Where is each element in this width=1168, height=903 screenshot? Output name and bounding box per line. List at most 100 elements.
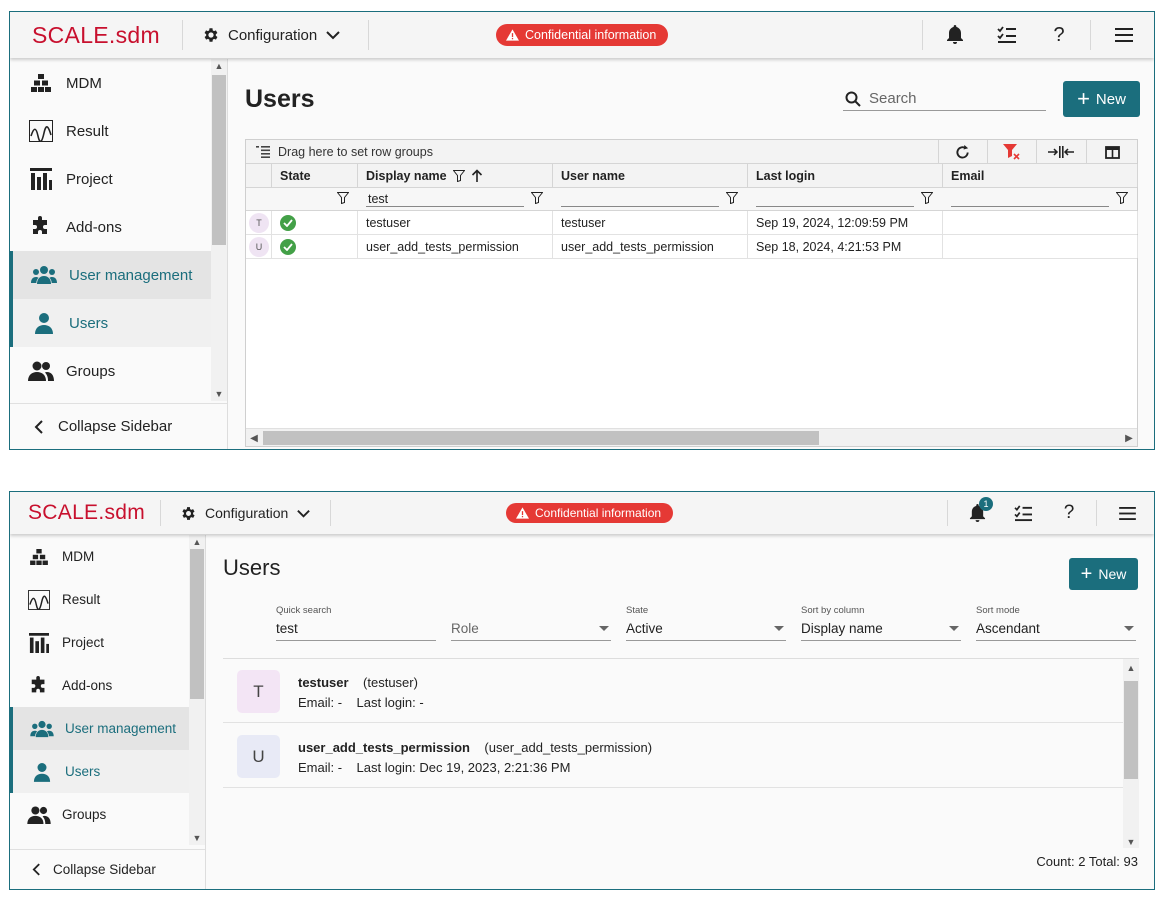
main-menu-button[interactable] (1104, 12, 1144, 58)
help-button[interactable]: ? (1039, 12, 1079, 58)
brand-logo[interactable]: SCALE.sdm (28, 492, 145, 534)
column-header-state[interactable]: State (272, 164, 358, 187)
sidebar: MDM Result Project Add-ons User manageme… (10, 535, 206, 889)
brand-logo[interactable]: SCALE.sdm (32, 12, 160, 58)
display-name-filter-icon[interactable] (531, 192, 543, 204)
hamburger-icon (1118, 506, 1136, 520)
column-header-email[interactable]: Email (943, 164, 1138, 187)
chevron-down-icon (326, 31, 340, 40)
sidebar-item-project[interactable]: Project (10, 155, 211, 203)
sidebar-item-groups[interactable]: Groups (10, 347, 211, 395)
row-group-drop-zone[interactable]: Drag here to set row groups (246, 145, 433, 159)
sidebar-item-label: Groups (62, 807, 107, 822)
search-icon (845, 91, 861, 107)
sidebar-item-users[interactable]: Users (10, 299, 211, 347)
sidebar-item-label: Project (66, 170, 113, 188)
app-window-grid-view: SCALE.sdm Configuration Confidential inf… (9, 11, 1155, 450)
scroll-right-arrow[interactable]: ▶ (1121, 429, 1137, 447)
main-menu-button[interactable] (1107, 492, 1147, 534)
sidebar-item-add-ons[interactable]: Add-ons (10, 664, 189, 707)
search-field[interactable] (843, 87, 1046, 111)
column-resize-icon (1047, 146, 1074, 158)
email-filter-input[interactable] (951, 189, 1109, 207)
state-filter-icon[interactable] (337, 192, 349, 204)
new-user-button[interactable]: + New (1069, 558, 1138, 590)
waveform-icon (26, 587, 52, 613)
column-panel-button[interactable] (1086, 140, 1138, 164)
confidential-badge: Confidential information (496, 24, 669, 46)
sidebar-item-label: Add-ons (66, 218, 122, 236)
collapse-sidebar-button[interactable]: Collapse Sidebar (10, 403, 227, 449)
quick-search-field[interactable]: Quick search test (276, 605, 436, 641)
scroll-up-arrow[interactable]: ▲ (1123, 661, 1139, 675)
filter-active-icon (452, 169, 465, 182)
sidebar-item-project[interactable]: Project (10, 621, 189, 664)
tasks-button[interactable] (987, 12, 1027, 58)
grid-scroll-thumb[interactable] (263, 431, 819, 445)
app-window-list-view: SCALE.sdm Configuration Confidential inf… (9, 491, 1155, 890)
sidebar-scroll-thumb[interactable] (212, 75, 226, 245)
scroll-down-arrow[interactable]: ▼ (1123, 835, 1139, 848)
refresh-button[interactable] (938, 140, 986, 164)
notifications-button[interactable]: 1 (957, 492, 997, 534)
display-name-filter-input[interactable]: test (366, 189, 524, 207)
tasks-button[interactable] (1003, 492, 1043, 534)
hamburger-icon (1115, 28, 1133, 42)
grid-filter-row: test (246, 188, 1137, 211)
new-user-button[interactable]: + New (1063, 81, 1140, 117)
list-item[interactable]: T testuser (testuser) Email: - Last logi… (223, 659, 1123, 723)
column-header-last-login[interactable]: Last login (748, 164, 943, 187)
main-content: Users + New Quick search test Role State… (207, 535, 1154, 889)
user-display-name: user_add_tests_permission (298, 740, 470, 755)
row-avatar-cell: T (246, 211, 272, 234)
clear-filters-button[interactable] (987, 140, 1035, 164)
column-header-display-name[interactable]: Display name (358, 164, 553, 187)
autosize-columns-button[interactable] (1036, 140, 1084, 164)
search-input[interactable] (869, 90, 1029, 107)
notifications-button[interactable] (935, 12, 975, 58)
dropdown-arrow-icon (1124, 626, 1134, 631)
configuration-menu[interactable]: Configuration (202, 12, 341, 58)
sidebar-scrollbar[interactable]: ▲ ▼ (189, 535, 205, 845)
list-item[interactable]: U user_add_tests_permission (user_add_te… (223, 724, 1123, 788)
column-header-user-name[interactable]: User name (553, 164, 748, 187)
sort-mode-label: Sort mode (976, 605, 1020, 616)
sidebar-item-result[interactable]: Result (10, 107, 211, 155)
sidebar-item-user-management[interactable]: User management (10, 707, 189, 750)
sidebar-item-add-ons[interactable]: Add-ons (10, 203, 211, 251)
sidebar-item-user-management[interactable]: User management (10, 251, 211, 299)
sidebar-scrollbar[interactable]: ▲ ▼ (211, 59, 227, 401)
user-name-filter-input[interactable] (561, 189, 719, 207)
last-login-filter-input[interactable] (756, 189, 914, 207)
user-display-name: testuser (298, 675, 349, 690)
scroll-down-arrow[interactable]: ▼ (189, 831, 205, 845)
sidebar-item-groups[interactable]: Groups (10, 793, 189, 836)
sidebar-item-users[interactable]: Users (10, 750, 189, 793)
question-mark-icon: ? (1063, 502, 1075, 523)
last-login-filter-icon[interactable] (921, 192, 933, 204)
grid-horizontal-scrollbar[interactable]: ◀ ▶ (246, 428, 1137, 446)
scroll-up-arrow[interactable]: ▲ (189, 535, 205, 549)
user-details: Email: - Last login: Dec 19, 2023, 2:21:… (298, 760, 570, 775)
user-name-filter-icon[interactable] (726, 192, 738, 204)
table-row[interactable]: U user_add_tests_permission user_add_tes… (246, 235, 1138, 259)
list-scroll-thumb[interactable] (1124, 681, 1138, 779)
collapse-sidebar-button[interactable]: Collapse Sidebar (10, 849, 205, 889)
email-filter-icon[interactable] (1116, 192, 1128, 204)
sidebar-item-mdm[interactable]: MDM (10, 535, 189, 578)
sort-mode-select[interactable]: Sort mode Ascendant (976, 605, 1136, 641)
configuration-menu[interactable]: Configuration (180, 492, 311, 534)
scroll-left-arrow[interactable]: ◀ (246, 429, 262, 447)
role-select[interactable]: Role (451, 605, 611, 641)
app-header: SCALE.sdm Configuration Confidential inf… (10, 12, 1154, 58)
state-select[interactable]: State Active (626, 605, 786, 641)
sort-column-select[interactable]: Sort by column Display name (801, 605, 961, 641)
sidebar-item-result[interactable]: Result (10, 578, 189, 621)
scroll-up-arrow[interactable]: ▲ (211, 59, 227, 73)
scroll-down-arrow[interactable]: ▼ (211, 387, 227, 401)
help-button[interactable]: ? (1049, 492, 1089, 534)
table-row[interactable]: T testuser testuser Sep 19, 2024, 12:09:… (246, 211, 1138, 235)
sidebar-item-mdm[interactable]: MDM (10, 59, 211, 107)
sidebar-scroll-thumb[interactable] (190, 549, 204, 699)
list-scrollbar[interactable]: ▲ ▼ (1123, 659, 1139, 848)
